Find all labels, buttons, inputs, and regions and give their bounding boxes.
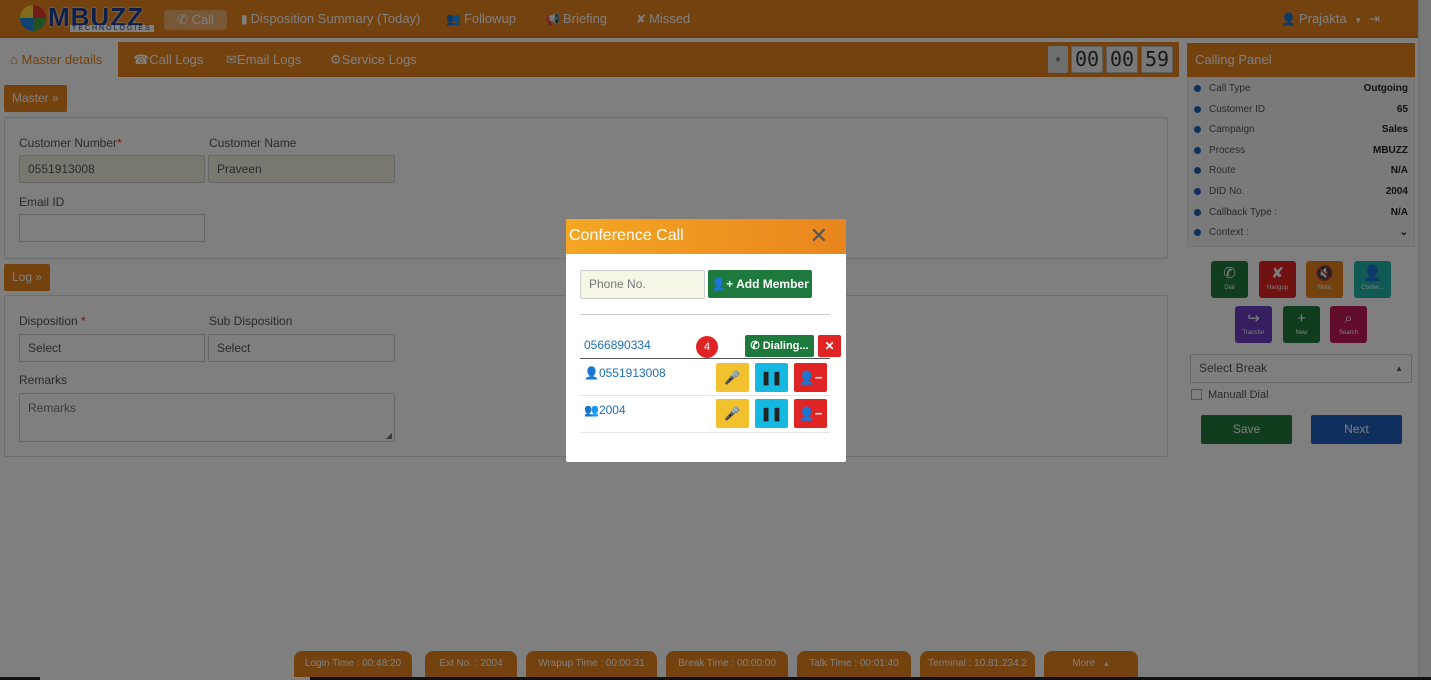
close-icon: ✕: [824, 339, 835, 353]
modal-title: Conference Call: [569, 227, 684, 244]
conference-phone-input[interactable]: Phone No.: [580, 270, 705, 299]
cancel-dial-button[interactable]: ✕: [818, 335, 841, 357]
dialing-number[interactable]: 0566890334: [584, 338, 651, 352]
modal-header: Conference Call ✕: [566, 219, 846, 254]
microphone-icon: 🎤: [724, 370, 741, 385]
hold-member-button[interactable]: ❚❚: [755, 399, 788, 428]
dialing-count-badge: 4: [696, 336, 718, 358]
add-member-label: Add Member: [736, 277, 809, 291]
member-row: 👤0551913008 🎤 ❚❚ 👤−: [580, 359, 830, 396]
mute-member-button[interactable]: 🎤: [716, 399, 749, 428]
user-plus-icon: 👤+: [711, 277, 734, 291]
hold-member-button[interactable]: ❚❚: [755, 363, 788, 392]
user-minus-icon: 👤−: [798, 370, 823, 385]
user-minus-icon: 👤−: [798, 406, 823, 421]
dialing-status-button[interactable]: ✆ Dialing...: [745, 335, 814, 357]
dialing-label: Dialing...: [762, 340, 809, 352]
pause-icon: ❚❚: [760, 406, 783, 421]
phone-volume-icon: ✆: [750, 340, 760, 352]
user-icon: 👤: [584, 366, 599, 380]
modal-divider: [580, 314, 830, 315]
member-number[interactable]: 👤0551913008: [584, 366, 666, 380]
remove-member-button[interactable]: 👤−: [794, 399, 827, 428]
add-member-button[interactable]: 👤+ Add Member: [708, 270, 812, 298]
microphone-icon: 🎤: [724, 406, 741, 421]
conference-call-modal: Conference Call ✕ Phone No. 👤+ Add Membe…: [566, 219, 846, 462]
member-row: 👥2004 🎤 ❚❚ 👤−: [580, 396, 830, 433]
dialing-row: 0566890334 4 ✆ Dialing... ✕: [580, 329, 841, 359]
users-icon: 👥: [584, 403, 599, 417]
member-number[interactable]: 👥2004: [584, 403, 626, 417]
close-icon[interactable]: ✕: [810, 223, 828, 249]
pause-icon: ❚❚: [760, 370, 783, 385]
remove-member-button[interactable]: 👤−: [794, 363, 827, 392]
mute-member-button[interactable]: 🎤: [716, 363, 749, 392]
